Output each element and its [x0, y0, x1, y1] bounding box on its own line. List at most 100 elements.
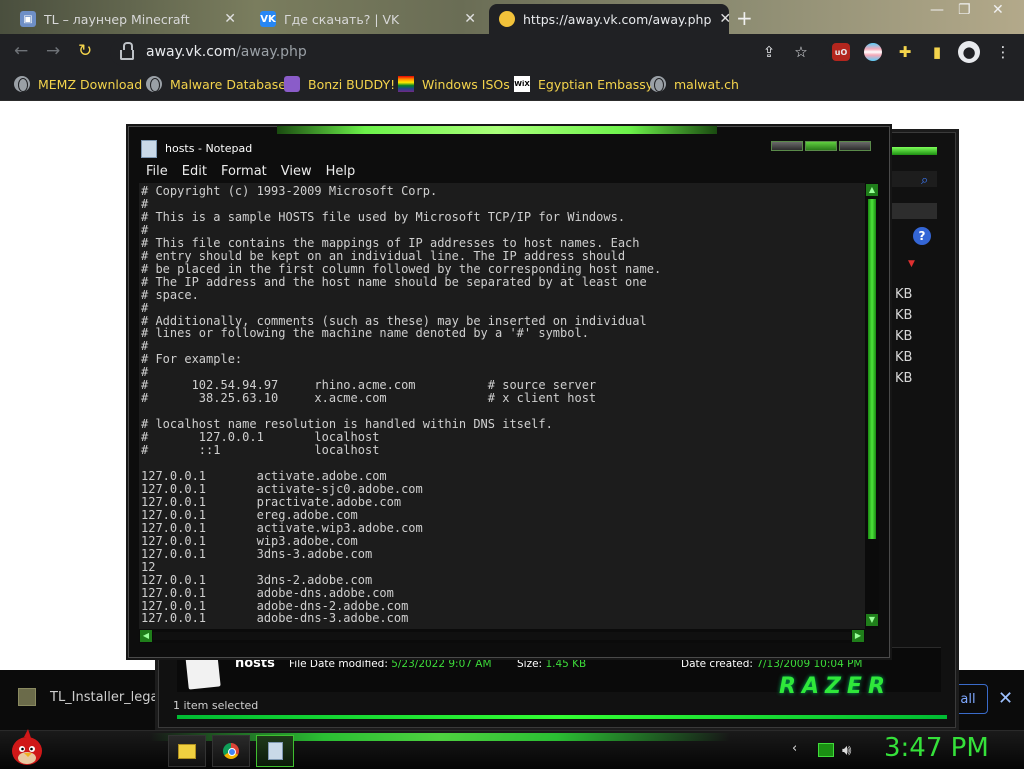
angry-bird-start-icon: [12, 729, 42, 765]
tab-minecraft[interactable]: ▣ TL – лаунчер Minecraft ✕: [10, 4, 246, 34]
explorer-bottom-glow: [177, 715, 947, 719]
extensions-puzzle-icon[interactable]: ✚: [896, 43, 914, 61]
sort-arrow-icon[interactable]: ▼: [908, 259, 915, 269]
menu-view[interactable]: View: [274, 162, 319, 182]
window-title: hosts - Notepad: [165, 142, 253, 155]
close-button[interactable]: [839, 141, 871, 151]
globe-icon: [650, 76, 666, 92]
minecraft-favicon-icon: ▣: [20, 11, 36, 27]
minimize-icon[interactable]: —: [930, 2, 944, 18]
close-icon[interactable]: ✕: [998, 688, 1013, 709]
scrollbar-thumb[interactable]: [868, 199, 876, 539]
windows-icon: [398, 76, 414, 92]
wix-icon: WiX: [514, 76, 530, 92]
hosts-file-text[interactable]: # Copyright (c) 1993-2009 Microsoft Corp…: [139, 183, 865, 625]
url-text[interactable]: away.vk.com/away.php: [146, 44, 307, 60]
scroll-down-icon[interactable]: ▼: [866, 614, 878, 626]
browser-toolbar: ← → ↻ away.vk.com/away.php ⇪ ☆ uO ✚ ▮ ● …: [0, 34, 1024, 70]
text-editor-area[interactable]: # Copyright (c) 1993-2009 Microsoft Corp…: [139, 183, 865, 629]
menu-kebab-icon[interactable]: ⋮: [994, 43, 1012, 61]
scroll-right-icon[interactable]: ▶: [852, 630, 864, 642]
explorer-title-glow: [891, 147, 937, 155]
installer-file-icon: [18, 688, 36, 706]
side-panel-icon[interactable]: ▮: [928, 43, 946, 61]
notepad-icon: [141, 140, 157, 158]
back-icon[interactable]: ←: [14, 41, 28, 61]
bookmark-malwatch[interactable]: malwat.ch: [650, 76, 739, 92]
globe-icon: [14, 76, 30, 92]
address-bar[interactable]: away.vk.com/away.php: [110, 38, 830, 66]
bookmark-label: Malware Database: [170, 76, 286, 92]
menu-help[interactable]: Help: [319, 162, 363, 182]
menu-edit[interactable]: Edit: [175, 162, 214, 182]
size-cell: KB: [895, 287, 913, 302]
details-file-name: hosts: [235, 656, 275, 671]
notepad-title-glow: [277, 126, 717, 134]
tab-away-vk[interactable]: https://away.vk.com/away.php ✕: [489, 4, 731, 34]
close-icon[interactable]: ✕: [719, 11, 731, 27]
notepad-window: hosts - Notepad File Edit Format View He…: [128, 126, 890, 658]
bookmark-label: MEMZ Download: [38, 76, 143, 92]
menu-bar: File Edit Format View Help: [139, 162, 879, 182]
bookmark-bonzi[interactable]: Bonzi BUDDY!: [284, 76, 395, 92]
globe-icon: [146, 76, 162, 92]
new-tab-icon[interactable]: +: [736, 6, 753, 30]
size-cell: KB: [895, 371, 913, 386]
maximize-button[interactable]: [805, 141, 837, 151]
volume-icon[interactable]: 🔊︎: [842, 741, 851, 759]
size-field: Size: 1.45 KB: [517, 658, 587, 670]
forward-icon[interactable]: →: [46, 41, 60, 61]
bonzi-icon: [284, 76, 300, 92]
date-created-field: Date created: 7/13/2009 10:04 PM: [681, 658, 863, 670]
bookmark-label: Windows ISOs: [422, 76, 510, 92]
tab-vk[interactable]: VK Где скачать? | VK ✕: [250, 4, 486, 34]
horizontal-scrollbar[interactable]: ◀ ▶: [139, 629, 865, 643]
notepad-titlebar[interactable]: hosts - Notepad: [129, 135, 889, 161]
network-icon[interactable]: [818, 743, 834, 757]
share-icon[interactable]: ⇪: [760, 43, 778, 61]
folder-icon: [178, 743, 196, 759]
restore-icon[interactable]: ❐: [958, 2, 971, 18]
bookmark-star-icon[interactable]: ☆: [792, 43, 810, 61]
profile-flag-extension-icon[interactable]: [864, 43, 882, 61]
start-button[interactable]: [10, 727, 44, 767]
taskbar-notepad[interactable]: [256, 735, 294, 767]
taskbar-clock[interactable]: 3:47 PM: [884, 733, 989, 763]
window-controls: [771, 141, 871, 151]
chrome-icon: [223, 743, 239, 759]
scrollbar-track[interactable]: [153, 632, 851, 640]
tab-title: Где скачать? | VK: [284, 11, 400, 27]
tab-strip: ▣ TL – лаунчер Minecraft ✕ VK Где скачат…: [0, 0, 1024, 34]
bookmark-memz[interactable]: MEMZ Download: [14, 76, 142, 92]
scroll-up-icon[interactable]: ▲: [866, 184, 878, 196]
close-icon[interactable]: ✕: [224, 11, 236, 27]
bookmark-label: Bonzi BUDDY!: [308, 76, 396, 92]
lock-icon: [120, 42, 134, 60]
close-icon[interactable]: ✕: [464, 11, 476, 27]
account-avatar-icon[interactable]: ●: [958, 41, 980, 63]
size-cell: KB: [895, 329, 913, 344]
razer-logo: RAZER: [779, 674, 891, 699]
bookmark-egyptian-embassy[interactable]: WiX Egyptian Embassy: [514, 76, 653, 92]
scroll-left-icon[interactable]: ◀: [140, 630, 152, 642]
taskbar-explorer[interactable]: [168, 735, 206, 767]
bookmark-malware-database[interactable]: Malware Database: [146, 76, 286, 92]
help-icon[interactable]: ?: [913, 227, 931, 245]
ublock-extension-icon[interactable]: uO: [832, 43, 850, 61]
window-close-icon[interactable]: ✕: [992, 2, 1004, 18]
vertical-scrollbar[interactable]: ▲ ▼: [865, 183, 879, 629]
minimize-button[interactable]: [771, 141, 803, 151]
show-hidden-icons-icon[interactable]: ‹: [792, 741, 797, 756]
tab-title: TL – лаунчер Minecraft: [44, 11, 190, 27]
tab-title: https://away.vk.com/away.php: [523, 11, 712, 27]
reload-icon[interactable]: ↻: [78, 41, 92, 61]
menu-format[interactable]: Format: [214, 162, 274, 182]
taskbar-chrome[interactable]: [212, 735, 250, 767]
bookmark-windows-isos[interactable]: Windows ISOs: [398, 76, 510, 92]
date-modified-field: File Date modified: 5/23/2022 9:07 AM: [289, 658, 492, 670]
status-bar-text: 1 item selected: [173, 699, 259, 712]
notepad-icon: [267, 742, 283, 760]
search-icon[interactable]: ⌕: [921, 173, 928, 188]
menu-file[interactable]: File: [139, 162, 175, 182]
size-cell: KB: [895, 308, 913, 323]
